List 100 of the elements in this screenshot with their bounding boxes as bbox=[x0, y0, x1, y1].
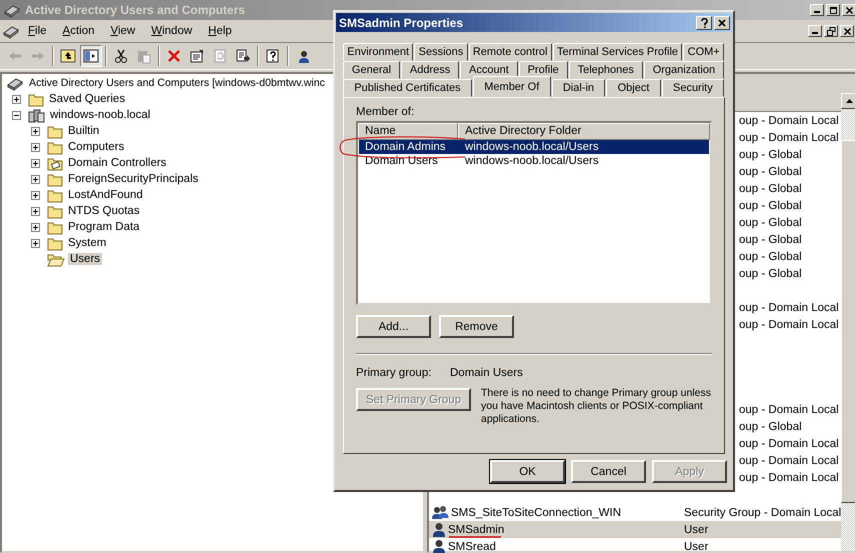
tree-item[interactable]: Program Data bbox=[66, 221, 142, 233]
table-cell-text: oup - Global bbox=[739, 233, 802, 248]
open-folder-icon bbox=[47, 252, 65, 266]
tree-item[interactable]: Users bbox=[68, 253, 102, 265]
scroll-thumb[interactable] bbox=[841, 140, 855, 503]
expander-icon[interactable] bbox=[31, 174, 40, 184]
tree-item[interactable]: LostAndFound bbox=[66, 189, 145, 201]
group-list[interactable]: Name Active Directory Folder Domain Admins windows-noob.local/Users Domain Users windows-noob.local/Users bbox=[356, 121, 712, 305]
tree-item[interactable]: Domain Controllers bbox=[66, 157, 168, 169]
table-cell-text: oup - Global bbox=[739, 199, 802, 214]
tree-item[interactable]: System bbox=[66, 237, 108, 249]
expander-icon[interactable] bbox=[12, 94, 21, 104]
tab[interactable]: Organization bbox=[644, 61, 724, 79]
tree-pane-icon bbox=[83, 48, 99, 64]
help-icon bbox=[700, 18, 708, 28]
menu-item[interactable]: Help bbox=[200, 23, 240, 39]
tab[interactable]: Terminal Services Profile bbox=[552, 43, 682, 61]
tab[interactable]: Sessions bbox=[414, 43, 468, 61]
minimize-button[interactable] bbox=[810, 4, 824, 16]
list-row[interactable]: SMS_SiteToSiteConnection_WIN Security Group - Domain Local bbox=[429, 504, 842, 521]
close-icon bbox=[844, 6, 854, 14]
user-icon bbox=[432, 522, 446, 537]
close-button[interactable] bbox=[842, 4, 855, 16]
field-label: Member of: bbox=[356, 106, 416, 118]
paste-icon bbox=[136, 48, 152, 64]
table-cell-text: oup - Global bbox=[739, 250, 802, 265]
restore-icon bbox=[826, 26, 836, 36]
help-button[interactable] bbox=[696, 16, 712, 30]
table-cell-text: oup - Domain Local bbox=[739, 131, 839, 146]
tab[interactable]: Member Of bbox=[472, 76, 551, 97]
tab[interactable]: General bbox=[343, 61, 400, 79]
dialog-title: SMSadmin Properties bbox=[339, 16, 464, 30]
tree-item[interactable]: Saved Queries bbox=[47, 93, 128, 105]
dialog-button[interactable]: Add... bbox=[356, 315, 431, 338]
directory-icon bbox=[6, 76, 24, 90]
tab[interactable]: Remote control bbox=[468, 43, 552, 61]
field-value: Domain Users bbox=[450, 367, 523, 379]
toolbar-button[interactable] bbox=[80, 45, 102, 67]
dialog-button[interactable]: Cancel bbox=[571, 460, 646, 483]
tree-item[interactable]: Active Directory Users and Computers [windows-d0bmtwv.winc bbox=[27, 77, 327, 89]
tree-item[interactable]: Builtin bbox=[66, 125, 102, 137]
table-cell-text: oup - Global bbox=[739, 420, 802, 435]
table-cell: SMS_SiteToSiteConnection_WIN bbox=[451, 506, 622, 518]
refresh-icon bbox=[212, 48, 228, 64]
minimize-button[interactable] bbox=[808, 25, 822, 37]
minimize-icon bbox=[812, 32, 818, 34]
list-row[interactable]: SMSadmin User bbox=[429, 521, 842, 538]
app-icon bbox=[3, 2, 21, 18]
tab[interactable]: Dial-in bbox=[552, 79, 606, 97]
field-label: Primary group: bbox=[356, 367, 432, 379]
tab[interactable]: Object bbox=[606, 79, 661, 97]
tree-item[interactable]: windows-noob.local bbox=[48, 109, 152, 121]
table-cell-text: windows-noob.local/Users bbox=[464, 141, 600, 153]
expander-icon[interactable] bbox=[31, 158, 40, 168]
close-button[interactable] bbox=[714, 16, 730, 30]
menu-item[interactable]: Window bbox=[143, 23, 200, 39]
expander-icon[interactable] bbox=[31, 142, 40, 152]
table-cell-text: oup - Global bbox=[739, 182, 802, 197]
table-cell-text: oup - Global bbox=[739, 165, 802, 180]
tab[interactable]: Telephones bbox=[568, 61, 643, 79]
expander-icon[interactable] bbox=[31, 222, 40, 232]
delete-icon bbox=[166, 48, 182, 64]
tab[interactable]: Published Certificates bbox=[343, 79, 472, 97]
tab[interactable]: Environment bbox=[343, 43, 414, 61]
restore-button[interactable] bbox=[824, 25, 838, 37]
maximize-icon bbox=[828, 6, 838, 14]
tree-item[interactable]: NTDS Quotas bbox=[66, 205, 142, 217]
column-header[interactable]: Name bbox=[358, 123, 458, 140]
scroll-up-button[interactable] bbox=[841, 93, 855, 109]
folder-icon bbox=[47, 156, 63, 170]
folder-icon bbox=[47, 204, 63, 218]
maximize-button[interactable] bbox=[826, 4, 840, 16]
list-row[interactable]: SMSread User bbox=[429, 538, 842, 553]
minimize-icon bbox=[814, 11, 820, 13]
list-row[interactable]: Domain Admins windows-noob.local/Users bbox=[359, 140, 709, 154]
expander-icon[interactable] bbox=[31, 126, 40, 136]
expander-icon[interactable] bbox=[31, 190, 40, 200]
expander-icon[interactable] bbox=[12, 110, 21, 120]
tree-item[interactable]: Computers bbox=[66, 141, 126, 153]
list-row[interactable]: Domain Users windows-noob.local/Users bbox=[359, 154, 709, 168]
scissors-icon bbox=[113, 48, 129, 64]
table-cell-text: oup - Domain Local bbox=[739, 437, 839, 452]
scrollbar[interactable] bbox=[841, 93, 855, 551]
tab[interactable]: Security bbox=[662, 79, 724, 97]
column-header[interactable]: Active Directory Folder bbox=[458, 123, 710, 140]
dialog-button[interactable]: OK bbox=[490, 460, 565, 483]
menu-item[interactable]: Action bbox=[54, 23, 103, 39]
tab[interactable]: Address bbox=[400, 61, 460, 79]
close-button[interactable] bbox=[840, 25, 854, 37]
tree-item[interactable]: ForeignSecurityPrincipals bbox=[66, 173, 200, 185]
properties-icon bbox=[189, 48, 205, 64]
menu-item[interactable]: View bbox=[102, 23, 144, 39]
menu-item[interactable]: File bbox=[20, 23, 55, 39]
folder-icon bbox=[47, 140, 63, 154]
folder-icon bbox=[47, 124, 63, 138]
dialog-button[interactable]: Remove bbox=[439, 315, 514, 338]
expander-icon[interactable] bbox=[31, 238, 40, 248]
expander-icon[interactable] bbox=[31, 206, 40, 216]
table-cell-text: oup - Domain Local bbox=[739, 471, 839, 486]
tab[interactable]: COM+ bbox=[683, 43, 724, 61]
